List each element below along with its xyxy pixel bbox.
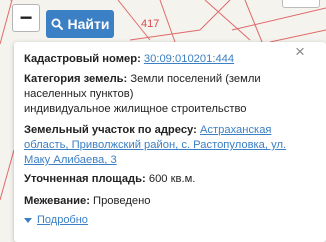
address-row: Земельный участок по адресу: Астраханска… bbox=[24, 123, 314, 168]
find-button[interactable]: Найти bbox=[46, 10, 114, 38]
cadastral-number-label: Кадастровый номер: bbox=[24, 53, 141, 65]
search-icon bbox=[51, 18, 63, 30]
parcel-number-label: 417 bbox=[141, 18, 160, 30]
land-category-label: Категория земель: bbox=[24, 73, 128, 85]
zoom-out-button[interactable]: − bbox=[12, 4, 40, 32]
area-row: Уточненная площадь: 600 кв.м. bbox=[24, 172, 314, 187]
area-label: Уточненная площадь: bbox=[24, 173, 146, 185]
more-details-link[interactable]: Подробно bbox=[24, 214, 88, 226]
area-value: 600 кв.м. bbox=[148, 173, 196, 185]
map-control-top-right[interactable] bbox=[282, 0, 320, 8]
address-label: Земельный участок по адресу: bbox=[24, 124, 197, 136]
land-category-row: Категория земель: Земли поселений (земли… bbox=[24, 72, 314, 117]
more-details-label: Подробно bbox=[37, 214, 88, 226]
find-button-label: Найти bbox=[67, 16, 110, 32]
cadastral-number-link[interactable]: 30:09:010201:444 bbox=[144, 53, 234, 65]
zoom-out-label: − bbox=[19, 5, 33, 30]
triangle-down-icon bbox=[24, 217, 32, 223]
survey-value: Проведено bbox=[93, 195, 151, 207]
survey-row: Межевание: Проведено bbox=[24, 194, 314, 209]
cadastral-number-row: Кадастровый номер: 30:09:010201:444 bbox=[24, 52, 314, 67]
survey-label: Межевание: bbox=[24, 195, 90, 207]
land-usage-value: индивидуальное жилищное строительство bbox=[24, 103, 247, 115]
